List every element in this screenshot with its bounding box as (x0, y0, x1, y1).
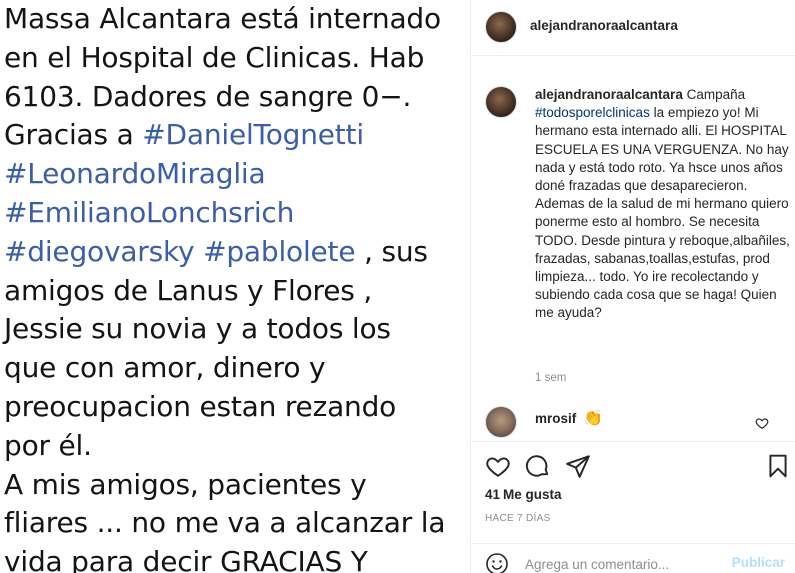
image-text-line: vida para decir GRACIAS Y (4, 543, 466, 573)
image-text-segment (194, 235, 203, 268)
caption-body: alejandranoraalcantara Campaña #todospor… (535, 86, 791, 323)
image-text-segment: , sus (355, 234, 428, 268)
image-text-segment: A mis amigos, pacientes y (4, 467, 367, 501)
post-date[interactable]: HACE 7 DÍAS (485, 513, 551, 524)
image-text-line: A mis amigos, pacientes y (4, 466, 466, 505)
image-text-segment: Massa Alcantara está internado (4, 2, 441, 35)
image-text-line: preocupacion estan rezando (4, 388, 466, 427)
actions-divider (471, 441, 795, 442)
caption-text-rest: la empiezo yo! Mi hermano esta internado… (535, 105, 790, 321)
heart-icon[interactable] (485, 453, 511, 479)
image-hashtag: #diegovarsky (4, 234, 195, 268)
image-hashtag: #LeonardoMiraglia (4, 157, 266, 191)
image-text-segment: Jessie su novia y a todos los (4, 312, 391, 346)
avatar[interactable] (485, 11, 517, 43)
post-image-text: Massa Alcantara está internado en el Hosp… (4, 0, 466, 573)
image-text-line: por él. (4, 427, 466, 466)
post-sidebar: alejandranoraalcantara alejandranoraalca… (471, 0, 795, 573)
image-hashtag: #EmilianoLonchsrich (4, 195, 295, 229)
post-image[interactable]: Massa Alcantara está internado en el Hosp… (0, 0, 470, 573)
add-comment-bar: Publicar (471, 543, 795, 573)
header-username[interactable]: alejandranoraalcantara (530, 18, 678, 33)
bookmark-icon[interactable] (765, 453, 791, 479)
comment-input[interactable] (525, 554, 725, 573)
caption-hashtag[interactable]: #todosporelclinicas (535, 105, 650, 120)
image-text-segment: amigos de Lanus y Flores , (4, 273, 373, 307)
publish-button[interactable]: Publicar (732, 555, 785, 570)
image-text-segment: Gracias a (4, 118, 143, 152)
image-hashtag: #DanielTognetti (142, 118, 364, 152)
image-text-line: que con amor, dinero y (4, 349, 466, 388)
image-text-segment: por él. (4, 428, 92, 462)
image-text-segment: que con amor, dinero y (4, 351, 326, 385)
image-text-line: Jessie su novia y a todos los (4, 310, 466, 349)
likes-label: Me gusta (503, 487, 562, 502)
likes-count[interactable]: 41 Me gusta (485, 487, 562, 502)
image-text-segment: en el Hospital de Clinicas. Hab (4, 40, 425, 74)
image-text-line: #LeonardoMiraglia (4, 155, 466, 194)
image-text-segment: 6103. Dadores de sangre 0−. (4, 79, 412, 113)
share-paper-plane-icon[interactable] (565, 453, 591, 479)
image-text-segment: preocupacion estan rezando (4, 389, 397, 423)
comment-username[interactable]: mrosif (535, 411, 576, 426)
image-text-line: en el Hospital de Clinicas. Hab (4, 39, 466, 78)
comment-emoji: 👏 (583, 410, 603, 427)
image-text-line: #diegovarsky #pablolete , sus (4, 233, 466, 272)
emoji-icon[interactable] (485, 552, 509, 573)
image-text-line: amigos de Lanus y Flores , (4, 272, 466, 311)
image-text-line: Gracias a #DanielTognetti (4, 116, 466, 155)
comment-row: mrosif 👏 (485, 406, 785, 438)
caption-text-start: Campaña (682, 87, 746, 102)
post-header: alejandranoraalcantara (471, 0, 795, 56)
heart-outline-icon[interactable] (755, 416, 769, 430)
comment-avatar[interactable] (485, 406, 517, 438)
caption-username[interactable]: alejandranoraalcantara (535, 87, 683, 102)
comment-bubble-icon[interactable] (525, 453, 551, 479)
likes-number: 41 (485, 487, 501, 502)
image-text-line: 6103. Dadores de sangre 0−. (4, 78, 466, 117)
image-text-line: fliares ... no me va a alcanzar la (4, 504, 466, 543)
image-text-line: Massa Alcantara está internado (4, 0, 466, 39)
image-text-segment: vida para decir GRACIAS Y (4, 545, 368, 573)
image-text-segment: fliares ... no me va a alcanzar la (4, 506, 446, 540)
caption-avatar[interactable] (485, 86, 517, 118)
image-hashtag: #pablolete (203, 234, 356, 268)
image-text-line: #EmilianoLonchsrich (4, 194, 466, 233)
caption-time[interactable]: 1 sem (535, 372, 566, 384)
